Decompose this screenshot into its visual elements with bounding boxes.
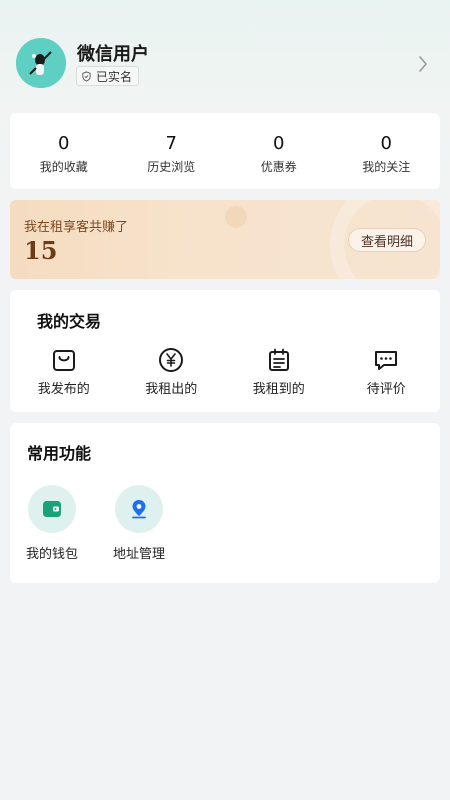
trade-label: 我租出的 (145, 382, 198, 397)
feature-address[interactable]: 地址管理 (113, 485, 165, 562)
trade-items: 我发布的 我租出的 我租到的 待评价 (10, 346, 440, 397)
section-title: 常用功能 (27, 444, 92, 463)
avatar-image (16, 38, 66, 88)
avatar[interactable] (16, 38, 66, 88)
stat-count: 7 (165, 133, 177, 154)
earnings-banner: 我在租享客共赚了 15 查看明细 (10, 200, 440, 279)
earnings-amount: 15 (24, 236, 58, 265)
username: 微信用户 (77, 44, 149, 65)
shield-check-icon (82, 70, 91, 82)
feature-label: 地址管理 (113, 547, 166, 562)
trade-item-published[interactable]: 我发布的 (10, 346, 118, 397)
verified-badge: 已实名 (76, 66, 140, 86)
feature-label: 我的钱包 (26, 547, 79, 562)
stat-label: 我的关注 (362, 160, 411, 174)
stat-label: 历史浏览 (147, 160, 196, 174)
comment-icon (375, 351, 398, 370)
stat-count: 0 (58, 133, 70, 154)
stat-favorites[interactable]: 0 我的收藏 (10, 113, 118, 189)
feature-icon-circle (115, 485, 163, 533)
view-details-button[interactable]: 查看明细 (348, 228, 426, 252)
calendar-icon (268, 348, 289, 371)
stat-label: 我的收藏 (39, 160, 88, 174)
wallet-icon (43, 501, 61, 517)
stat-count: 0 (273, 133, 285, 154)
stat-label: 优惠券 (260, 160, 297, 174)
feature-wallet[interactable]: 我的钱包 (26, 485, 78, 562)
trade-item-rented-in[interactable]: 我租到的 (225, 346, 333, 397)
shopping-bag-icon (52, 350, 75, 371)
stat-coupons[interactable]: 0 优惠券 (225, 113, 333, 189)
trade-label: 待评价 (366, 382, 406, 397)
trade-item-pending-review[interactable]: 待评价 (333, 346, 441, 397)
section-title: 我的交易 (37, 312, 102, 331)
trade-label: 我租到的 (252, 382, 305, 397)
verified-label: 已实名 (96, 69, 133, 84)
stat-count: 0 (380, 133, 392, 154)
earnings-title: 我在租享客共赚了 (24, 220, 129, 235)
my-trades-card: 我的交易 我发布的 我租出的 我租到的 待评价 (10, 290, 440, 412)
common-features-card: 常用功能 我的钱包 地址管理 (10, 423, 440, 583)
banner-decoration (225, 206, 247, 228)
yen-coin-icon (159, 348, 184, 372)
profile-header[interactable]: 微信用户 已实名 (0, 0, 450, 112)
location-pin-icon (132, 500, 146, 519)
stats-card: 0 我的收藏 7 历史浏览 0 优惠券 0 我的关注 (10, 113, 440, 189)
stat-history[interactable]: 7 历史浏览 (118, 113, 226, 189)
stat-following[interactable]: 0 我的关注 (333, 113, 441, 189)
trade-item-rented-out[interactable]: 我租出的 (118, 346, 226, 397)
chevron-right-icon[interactable] (416, 54, 430, 74)
feature-icon-circle (28, 485, 76, 533)
trade-label: 我发布的 (37, 382, 90, 397)
